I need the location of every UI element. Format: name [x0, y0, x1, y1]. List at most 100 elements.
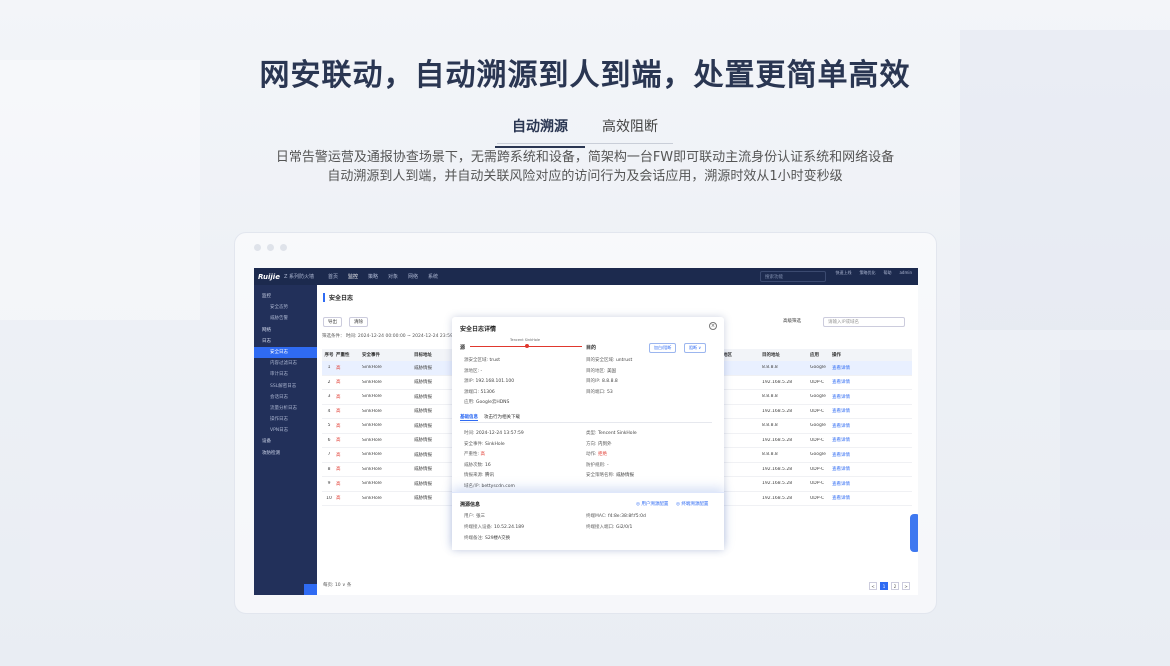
source-info-item: 源IP: 192.168.101.100 [464, 378, 514, 384]
sidebar-item[interactable]: 攻防检测 [254, 448, 317, 459]
user-trace-config-link[interactable]: ◎ 用户溯源配置 [636, 501, 668, 507]
sidebar-item[interactable]: 日志 [254, 336, 317, 347]
log-detail-modal: 安全日志详情 × 源 Tencent SinkHole 目的 加白/阻断 阻断 … [452, 317, 724, 550]
col-app: 应用 [810, 353, 819, 358]
cell-op[interactable]: 查看详情 [832, 365, 872, 371]
cell-op[interactable]: 查看详情 [832, 452, 872, 458]
basic-info-item: 动作: 拒绝 [586, 451, 607, 457]
cell-app: UDP-C [810, 481, 825, 487]
cell-op[interactable]: 查看详情 [832, 394, 872, 400]
kv-value: 美国 [606, 368, 616, 374]
log-search-input[interactable]: 请输入IP或域名 [823, 317, 905, 327]
nav-menu: 首页 监控 策略 对象 网络 系统 [328, 273, 438, 280]
sidebar-item[interactable]: VPN日志 [254, 425, 317, 436]
page-1-button[interactable]: 1 [880, 582, 888, 590]
terminal-trace-config-link[interactable]: ◎ 终端溯源配置 [676, 501, 708, 507]
block-dropdown-button[interactable]: 阻断 ∨ [684, 343, 707, 353]
sidebar-item[interactable]: 操作日志 [254, 414, 317, 425]
kv-value: 拒绝 [597, 452, 607, 457]
cell-n: 7 [327, 452, 331, 458]
cell-app: UDP-C [810, 495, 825, 501]
sidebar-item[interactable]: 威胁告警 [254, 313, 317, 324]
kv-key: 目的地区: [586, 368, 606, 374]
kv-value: Gi2/0/1 [615, 525, 633, 530]
clear-button[interactable]: 清除 [349, 317, 368, 327]
advanced-filter-button[interactable]: 高级筛选 [779, 317, 805, 325]
col-event: 安全事件 [362, 353, 380, 358]
whitelist-block-button[interactable]: 加白/阻断 [649, 343, 677, 353]
sidebar-item[interactable]: 监控 [254, 291, 317, 302]
cell-op[interactable]: 查看详情 [832, 437, 872, 443]
collapse-sidebar-button[interactable] [304, 584, 317, 595]
cell-dst: 8.8.8.8 [762, 423, 778, 429]
kv-value: f4:8e:38:8f:f5:0d [607, 514, 646, 519]
cell-op[interactable]: 查看详情 [832, 495, 872, 501]
kv-value: 192.168.101.100 [475, 379, 515, 384]
next-page-button[interactable]: > [902, 582, 910, 590]
destination-info-item: 目的安全区域: untrust [586, 357, 632, 363]
cell-app: Google [810, 423, 826, 429]
cell-op[interactable]: 查看详情 [832, 423, 872, 429]
flow-label: Tencent SinkHole [510, 338, 541, 342]
user-menu[interactable]: admin [899, 270, 912, 276]
cell-app: UDP-C [810, 437, 825, 443]
basic-info-item: 防护规则: - [586, 462, 609, 468]
export-button[interactable]: 导出 [323, 317, 342, 327]
floating-help-button[interactable] [910, 514, 918, 552]
sidebar-item[interactable]: 设备 [254, 436, 317, 447]
sidebar-item[interactable]: 会话日志 [254, 392, 317, 403]
policy-optimize-button[interactable]: 策略优化 [859, 270, 875, 276]
cell-op[interactable]: 查看详情 [832, 466, 872, 472]
sidebar-item[interactable]: 安全态势 [254, 302, 317, 313]
dot [267, 244, 274, 251]
nav-policy[interactable]: 策略 [368, 273, 378, 280]
brand-logo: Ruijie [258, 272, 280, 281]
kv-value: untrust [615, 358, 633, 363]
sidebar-item[interactable]: 审计日志 [254, 369, 317, 380]
nav-system[interactable]: 系统 [428, 273, 438, 280]
kv-key: 域名/IP: [464, 483, 481, 489]
nav-home[interactable]: 首页 [328, 273, 338, 280]
trace-info-item: 终端接入端口: Gi2/0/1 [586, 524, 632, 530]
cell-app: UDP-C [810, 379, 825, 385]
sidebar-item[interactable]: 安全日志 [254, 346, 317, 359]
kv-value: 51306 [480, 389, 495, 395]
cell-n: 3 [327, 394, 331, 400]
trace-info-item: 终端备注: S29楼A交换 [464, 535, 510, 541]
sidebar-item[interactable]: 流量分析日志 [254, 403, 317, 414]
page-2-button[interactable]: 2 [891, 582, 899, 590]
sidebar-item[interactable]: 网络 [254, 325, 317, 336]
cell-op[interactable]: 查看详情 [832, 408, 872, 414]
tab-attack-download[interactable]: 攻击行为相关下载 [484, 414, 520, 421]
kv-key: 类型: [586, 431, 597, 436]
close-icon[interactable]: × [709, 322, 717, 330]
sidebar-item[interactable]: SSL解密日志 [254, 381, 317, 392]
cell-sev: 高 [336, 409, 341, 415]
cell-dst: 8.8.8.8 [762, 394, 778, 400]
quick-online-button[interactable]: 快速上线 [835, 270, 851, 276]
cell-n: 2 [327, 379, 331, 385]
tab-auto-trace[interactable]: 自动溯源 [495, 114, 585, 148]
cell-op[interactable]: 查看详情 [832, 379, 872, 385]
nav-monitor[interactable]: 监控 [348, 273, 358, 280]
cell-op[interactable]: 查看详情 [832, 481, 872, 487]
cell-app: UDP-C [810, 408, 825, 414]
destination-info-item: 目的IP: 8.8.8.8 [586, 378, 618, 384]
kv-key: 源安全区域: [464, 358, 489, 363]
page-size-select[interactable]: 每页: 10 ∨ 条 [323, 582, 351, 588]
prev-page-button[interactable]: < [869, 582, 877, 590]
kv-key: 安全策略名称: [586, 473, 615, 478]
kv-key: 用户: [464, 514, 475, 519]
nav-search-input[interactable]: 搜索功能 [760, 271, 826, 282]
flow-dot [525, 344, 529, 348]
cell-app: Google [810, 452, 826, 458]
tab-block[interactable]: 高效阻断 [585, 114, 675, 146]
sidebar-item[interactable]: 内容过滤日志 [254, 358, 317, 369]
nav-network[interactable]: 网络 [408, 273, 418, 280]
tab-basic-info[interactable]: 基础信息 [460, 414, 478, 421]
nav-object[interactable]: 对象 [388, 273, 398, 280]
kv-key: 目的端口: [586, 389, 606, 395]
kv-key: 情报来源: [464, 473, 484, 478]
hero-description: 日常告警运营及通报协查场景下，无需跨系统和设备，简架构一台FW即可联动主流身份认… [0, 148, 1170, 186]
help-button[interactable]: 帮助 [883, 270, 891, 276]
